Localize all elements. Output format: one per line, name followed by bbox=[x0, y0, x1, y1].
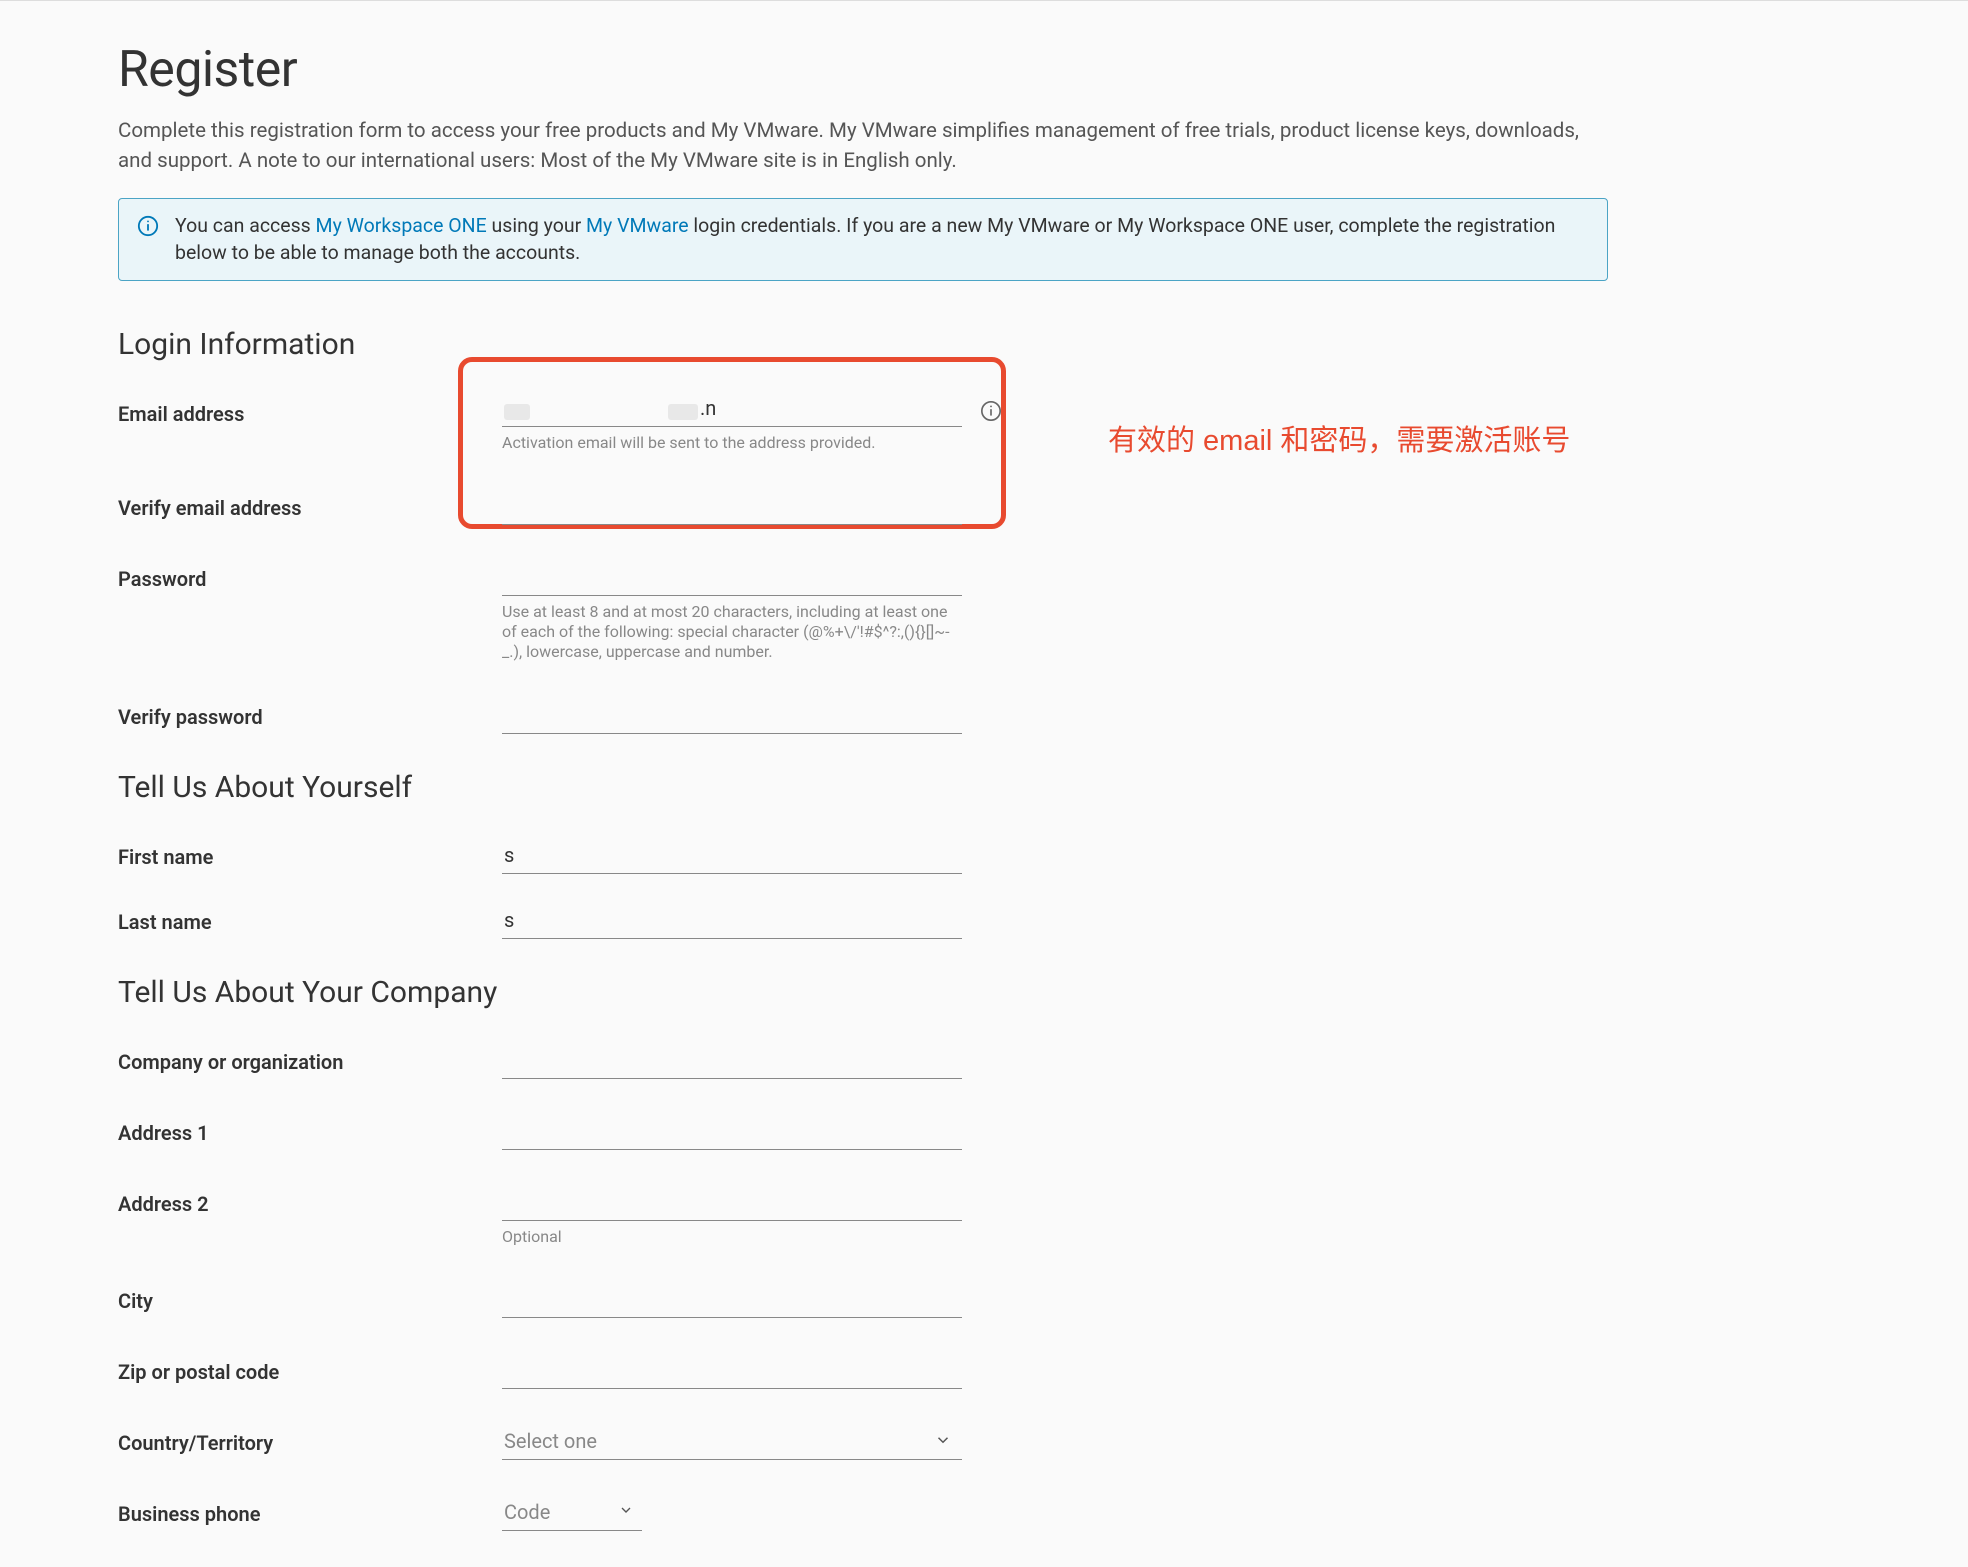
section-yourself-title: Tell Us About Yourself bbox=[118, 770, 1618, 805]
city-field[interactable] bbox=[502, 1283, 962, 1318]
address2-field[interactable] bbox=[502, 1186, 962, 1221]
address1-label: Address 1 bbox=[118, 1115, 502, 1145]
city-label: City bbox=[118, 1283, 502, 1313]
page-title: Register bbox=[118, 41, 1618, 99]
row-company: Company or organization bbox=[118, 1044, 1618, 1079]
verify-email-label: Verify email address bbox=[118, 490, 502, 520]
email-suffix: .n bbox=[700, 396, 716, 420]
last-name-field[interactable] bbox=[502, 904, 962, 939]
phone-code-select[interactable] bbox=[502, 1496, 642, 1531]
row-address1: Address 1 bbox=[118, 1115, 1618, 1150]
row-verify-password: Verify password bbox=[118, 699, 1618, 734]
row-business-phone: Business phone bbox=[118, 1496, 1618, 1531]
redacted-segment bbox=[504, 404, 530, 420]
row-password: Password Use at least 8 and at most 20 c… bbox=[118, 561, 1618, 663]
section-login-title: Login Information bbox=[118, 327, 1618, 362]
row-last-name: Last name bbox=[118, 904, 1618, 939]
row-first-name: First name bbox=[118, 839, 1618, 874]
info-icon[interactable] bbox=[980, 400, 1002, 422]
my-vmware-link[interactable]: My VMware bbox=[586, 214, 689, 237]
password-helper: Use at least 8 and at most 20 characters… bbox=[502, 602, 962, 663]
zip-label: Zip or postal code bbox=[118, 1354, 502, 1384]
email-field[interactable]: .n bbox=[502, 396, 962, 427]
info-banner: You can access My Workspace ONE using yo… bbox=[118, 198, 1608, 281]
first-name-label: First name bbox=[118, 839, 502, 869]
password-field[interactable] bbox=[502, 561, 962, 596]
address2-helper: Optional bbox=[502, 1227, 962, 1247]
last-name-label: Last name bbox=[118, 904, 502, 934]
row-city: City bbox=[118, 1283, 1618, 1318]
first-name-field[interactable] bbox=[502, 839, 962, 874]
address1-field[interactable] bbox=[502, 1115, 962, 1150]
verify-password-label: Verify password bbox=[118, 699, 502, 729]
intro-text: Complete this registration form to acces… bbox=[118, 117, 1608, 176]
info-icon bbox=[137, 215, 159, 237]
verify-email-field[interactable] bbox=[502, 490, 962, 525]
verify-password-field[interactable] bbox=[502, 699, 962, 734]
row-email: Email address .n Activation email will b… bbox=[118, 396, 1618, 453]
address2-label: Address 2 bbox=[118, 1186, 502, 1216]
row-address2: Address 2 Optional bbox=[118, 1186, 1618, 1247]
country-label: Country/Territory bbox=[118, 1425, 502, 1455]
section-company-title: Tell Us About Your Company bbox=[118, 975, 1618, 1010]
redacted-segment bbox=[668, 404, 698, 420]
zip-field[interactable] bbox=[502, 1354, 962, 1389]
company-field[interactable] bbox=[502, 1044, 962, 1079]
row-zip: Zip or postal code bbox=[118, 1354, 1618, 1389]
company-label: Company or organization bbox=[118, 1044, 502, 1074]
password-label: Password bbox=[118, 561, 502, 591]
row-verify-email: Verify email address bbox=[118, 490, 1618, 525]
email-helper: Activation email will be sent to the add… bbox=[502, 433, 962, 453]
workspace-one-link[interactable]: My Workspace ONE bbox=[316, 214, 487, 237]
row-country: Country/Territory bbox=[118, 1425, 1618, 1460]
email-label: Email address bbox=[118, 396, 502, 426]
phone-label: Business phone bbox=[118, 1496, 502, 1526]
country-select[interactable] bbox=[502, 1425, 962, 1460]
info-banner-text: You can access My Workspace ONE using yo… bbox=[175, 213, 1589, 266]
